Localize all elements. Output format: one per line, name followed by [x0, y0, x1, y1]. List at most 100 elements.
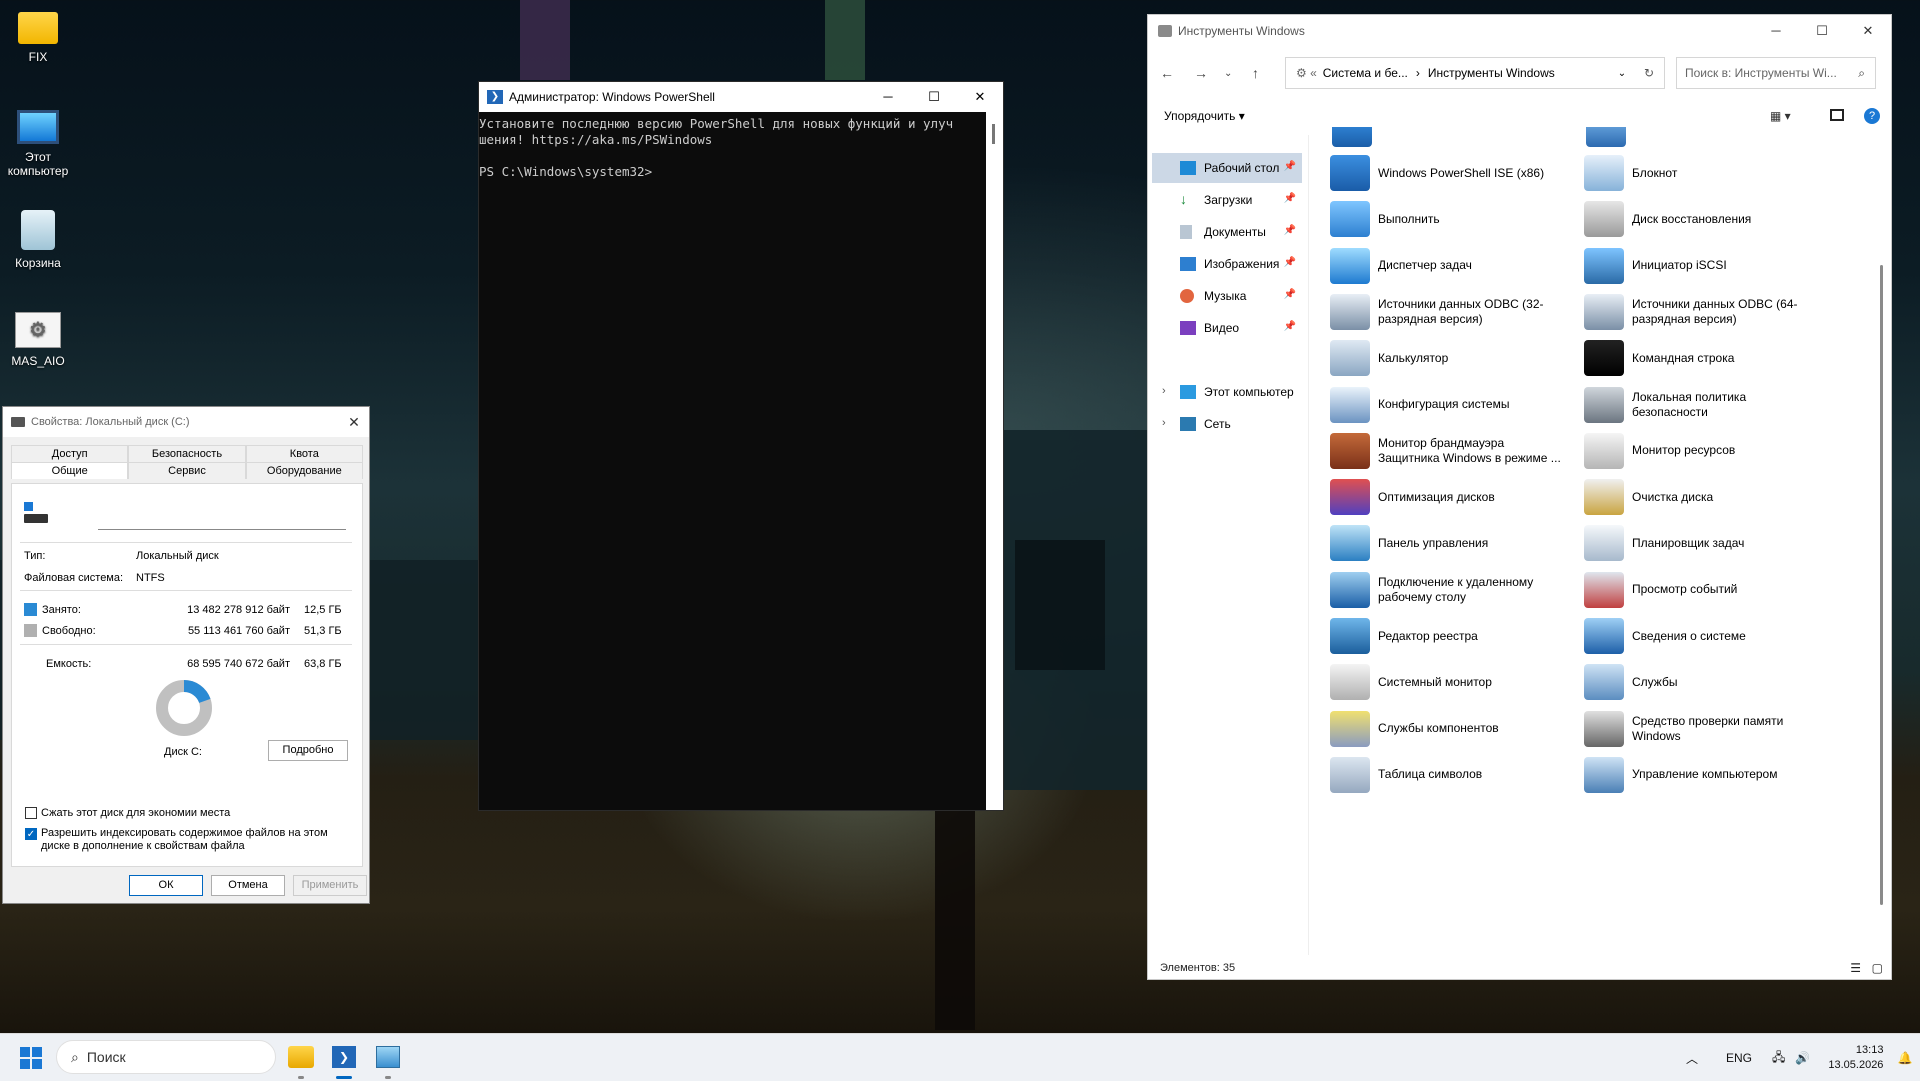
- powershell-window[interactable]: ❯ Администратор: Windows PowerShell ─ ☐ …: [478, 81, 1004, 811]
- network-icon[interactable]: 🖧: [1772, 1048, 1785, 1069]
- large-icons-view-icon[interactable]: ▢: [1872, 957, 1883, 979]
- tool-item[interactable]: Монитор брандмауэра Защитника Windows в …: [1330, 425, 1580, 477]
- nav-item-this-pc[interactable]: › Этот компьютер: [1152, 377, 1302, 407]
- back-arrow-icon[interactable]: ←: [1160, 65, 1174, 81]
- desktop-icon-label: Корзина: [15, 256, 61, 270]
- tool-item[interactable]: Калькулятор: [1330, 332, 1580, 384]
- nav-item-music[interactable]: Музыка 📌: [1152, 281, 1302, 311]
- tool-item[interactable]: Управление компьютером: [1584, 749, 1834, 801]
- console-output[interactable]: Установите последнюю версию PowerShell д…: [479, 112, 1003, 180]
- tool-item[interactable]: Редактор реестра: [1330, 610, 1580, 662]
- nav-label: Сеть: [1204, 417, 1231, 431]
- file-explorer-taskbar-icon[interactable]: [288, 1046, 314, 1068]
- control-panel-taskbar-icon[interactable]: [376, 1046, 400, 1068]
- up-arrow-icon[interactable]: ↑: [1252, 65, 1259, 81]
- tool-item[interactable]: Windows PowerShell ISE (x86): [1330, 147, 1580, 199]
- tool-item[interactable]: Службы: [1584, 656, 1834, 708]
- view-options-icon[interactable]: ▦ ▾: [1770, 109, 1791, 123]
- tool-item[interactable]: Диспетчер задач: [1330, 240, 1580, 292]
- volume-label-field[interactable]: [98, 510, 346, 530]
- desktop-icon-this-pc[interactable]: Этот компьютер: [0, 110, 76, 178]
- close-icon[interactable]: ✕: [957, 89, 1003, 105]
- recent-chevron-icon[interactable]: ⌄: [1224, 68, 1232, 79]
- refresh-icon[interactable]: ↻: [1634, 66, 1664, 80]
- help-icon[interactable]: ?: [1864, 108, 1880, 124]
- nav-item-network[interactable]: › Сеть: [1152, 409, 1302, 439]
- tab-hardware[interactable]: Оборудование: [245, 462, 363, 479]
- tool-item[interactable]: Таблица символов: [1330, 749, 1580, 801]
- breadcrumb-item[interactable]: Инструменты Windows: [1428, 66, 1555, 80]
- tool-item[interactable]: Панель управления: [1330, 517, 1580, 569]
- used-gb: 12,5 ГБ: [304, 604, 342, 616]
- ok-button[interactable]: ОК: [129, 875, 203, 896]
- console-scrollbar[interactable]: [986, 112, 1003, 810]
- calculator-icon: [1330, 340, 1370, 377]
- nav-item-desktop[interactable]: Рабочий стол 📌: [1152, 153, 1302, 183]
- tab-quota[interactable]: Квота: [245, 445, 363, 462]
- maximize-icon[interactable]: ☐: [911, 89, 957, 105]
- nav-item-downloads[interactable]: ↓ Загрузки 📌: [1152, 185, 1302, 215]
- breadcrumb-item[interactable]: Система и бе...: [1323, 66, 1408, 80]
- tab-general[interactable]: Общие: [11, 462, 129, 479]
- tool-item[interactable]: Системный монитор: [1330, 656, 1580, 708]
- desktop-icon-recycle-bin[interactable]: Корзина: [0, 210, 76, 270]
- chevron-up-icon[interactable]: ︿: [1686, 1050, 1698, 1067]
- start-windows-icon[interactable]: [20, 1047, 42, 1069]
- language-indicator[interactable]: ENG: [1726, 1051, 1752, 1065]
- details-view-icon[interactable]: ☰: [1850, 957, 1861, 979]
- tool-item[interactable]: Блокнот: [1584, 147, 1834, 199]
- clock[interactable]: 13:13 13.05.2026: [1828, 1043, 1883, 1073]
- tool-item[interactable]: Командная строка: [1584, 332, 1834, 384]
- address-bar[interactable]: ⚙ « Система и бе... › Инструменты Window…: [1285, 57, 1665, 89]
- tool-item[interactable]: Диск восстановления: [1584, 193, 1834, 245]
- volume-icon[interactable]: 🔊: [1795, 1051, 1810, 1065]
- nav-item-videos[interactable]: Видео 📌: [1152, 313, 1302, 343]
- tab-tools[interactable]: Сервис: [128, 462, 246, 479]
- tool-item[interactable]: Монитор ресурсов: [1584, 425, 1834, 477]
- tool-item[interactable]: Средство проверки памяти Windows: [1584, 703, 1834, 755]
- tool-item[interactable]: Подключение к удаленному рабочему столу: [1330, 564, 1580, 616]
- tool-item[interactable]: Сведения о системе: [1584, 610, 1834, 662]
- tool-item[interactable]: Службы компонентов: [1330, 703, 1580, 755]
- expand-chevron-icon[interactable]: ›: [1162, 417, 1166, 429]
- tool-item[interactable]: Локальная политика безопасности: [1584, 379, 1834, 431]
- tool-item[interactable]: Планировщик задач: [1584, 517, 1834, 569]
- tool-item[interactable]: Оптимизация дисков: [1330, 471, 1580, 523]
- search-box[interactable]: Поиск в: Инструменты Wi... ⌕: [1676, 57, 1876, 89]
- tool-item-label: Системный монитор: [1378, 674, 1492, 689]
- minimize-icon[interactable]: ─: [1753, 23, 1799, 39]
- content-scrollbar[interactable]: [1880, 265, 1883, 905]
- desktop-icon-mas-aio[interactable]: ⚙ MAS_AIO: [0, 312, 76, 368]
- tool-item[interactable]: Конфигурация системы: [1330, 379, 1580, 431]
- compress-checkbox[interactable]: [25, 807, 37, 819]
- desktop-icon-fix[interactable]: FIX: [0, 12, 76, 64]
- tab-security[interactable]: Безопасность: [128, 445, 246, 462]
- tool-item[interactable]: Источники данных ODBC (32-разрядная верс…: [1330, 286, 1580, 338]
- minimize-icon[interactable]: ─: [865, 89, 911, 105]
- tool-item-label: Диспетчер задач: [1378, 258, 1472, 273]
- nav-item-documents[interactable]: Документы 📌: [1152, 217, 1302, 247]
- window-title: Администратор: Windows PowerShell: [509, 90, 715, 104]
- close-icon[interactable]: ✕: [1845, 23, 1891, 39]
- tab-access[interactable]: Доступ: [11, 445, 129, 462]
- close-icon[interactable]: ✕: [339, 414, 369, 431]
- apply-button[interactable]: Применить: [293, 875, 367, 896]
- taskbar-search[interactable]: ⌕ Поиск: [56, 1040, 276, 1074]
- nav-item-pictures[interactable]: Изображения 📌: [1152, 249, 1302, 279]
- tool-item[interactable]: Выполнить: [1330, 193, 1580, 245]
- tool-item[interactable]: Инициатор iSCSI: [1584, 240, 1834, 292]
- expand-chevron-icon[interactable]: ›: [1162, 385, 1166, 397]
- details-button[interactable]: Подробно: [268, 740, 348, 761]
- maximize-icon[interactable]: ☐: [1799, 23, 1845, 39]
- details-pane-icon[interactable]: [1830, 109, 1844, 121]
- powershell-taskbar-icon[interactable]: ❯: [332, 1046, 356, 1068]
- index-checkbox[interactable]: ✓: [25, 828, 37, 840]
- address-dropdown-icon[interactable]: ⌄: [1610, 68, 1634, 79]
- cancel-button[interactable]: Отмена: [211, 875, 285, 896]
- sort-button[interactable]: Упорядочить ▾: [1164, 109, 1245, 123]
- tool-item[interactable]: Очистка диска: [1584, 471, 1834, 523]
- tool-item[interactable]: Просмотр событий: [1584, 564, 1834, 616]
- tool-item[interactable]: Источники данных ODBC (64-разрядная верс…: [1584, 286, 1834, 338]
- forward-arrow-icon[interactable]: →: [1194, 65, 1208, 81]
- notifications-icon[interactable]: 🔔: [1897, 1051, 1912, 1065]
